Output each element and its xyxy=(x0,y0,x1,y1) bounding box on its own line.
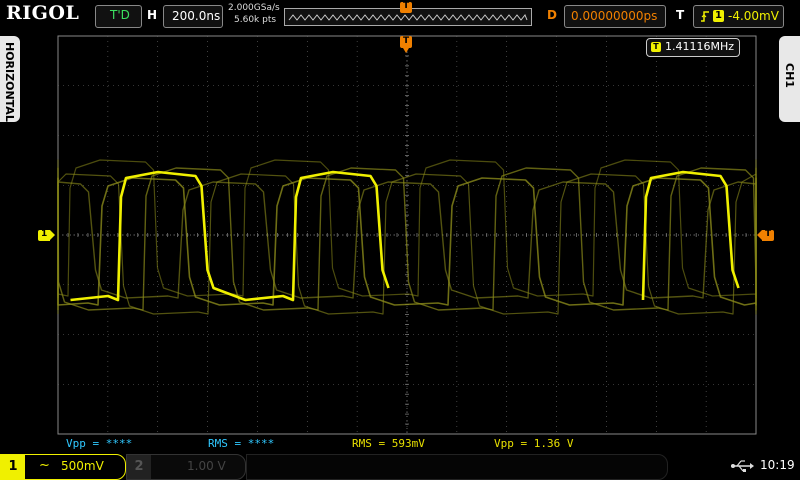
frequency-value: 1.41116MHz xyxy=(665,40,735,53)
clock-time: 10:19 xyxy=(760,458,795,472)
graticule xyxy=(57,35,757,435)
ch1-status[interactable]: 1 ~ 500mV xyxy=(0,454,126,480)
trigger-time-marker[interactable]: T xyxy=(400,36,412,48)
measurement-vpp-inactive[interactable]: Vpp = **** xyxy=(66,437,132,450)
ch1-scale: 500mV xyxy=(61,459,104,473)
measurement-vpp[interactable]: Vpp = 1.36 V xyxy=(494,437,573,450)
ch1-number: 1 xyxy=(1,455,25,479)
ch2-scale: 1.00 V xyxy=(187,459,226,473)
waveform-display xyxy=(57,35,757,435)
frequency-counter[interactable]: T 1.41116MHz xyxy=(646,38,740,57)
channel-status-bar: 1 ~ 500mV 2 1.00 V 10:19 xyxy=(0,452,800,480)
ch1-offset-arrow xyxy=(50,230,55,240)
ch2-status[interactable]: 2 1.00 V xyxy=(126,454,246,480)
ch1-coupling-icon: ~ xyxy=(39,458,50,473)
usb-icon xyxy=(731,460,754,472)
ch1-waveform xyxy=(57,159,757,315)
ch1-offset-marker[interactable]: 1 xyxy=(38,229,50,241)
trigger-time-arrow xyxy=(403,48,409,53)
freq-trigger-icon: T xyxy=(651,42,661,52)
trigger-level-marker[interactable]: T xyxy=(762,229,774,241)
empty-status-slot xyxy=(246,454,668,480)
measurement-rms-inactive[interactable]: RMS = **** xyxy=(208,437,274,450)
ch2-number: 2 xyxy=(127,455,151,479)
measurement-rms[interactable]: RMS = 593mV xyxy=(352,437,425,450)
